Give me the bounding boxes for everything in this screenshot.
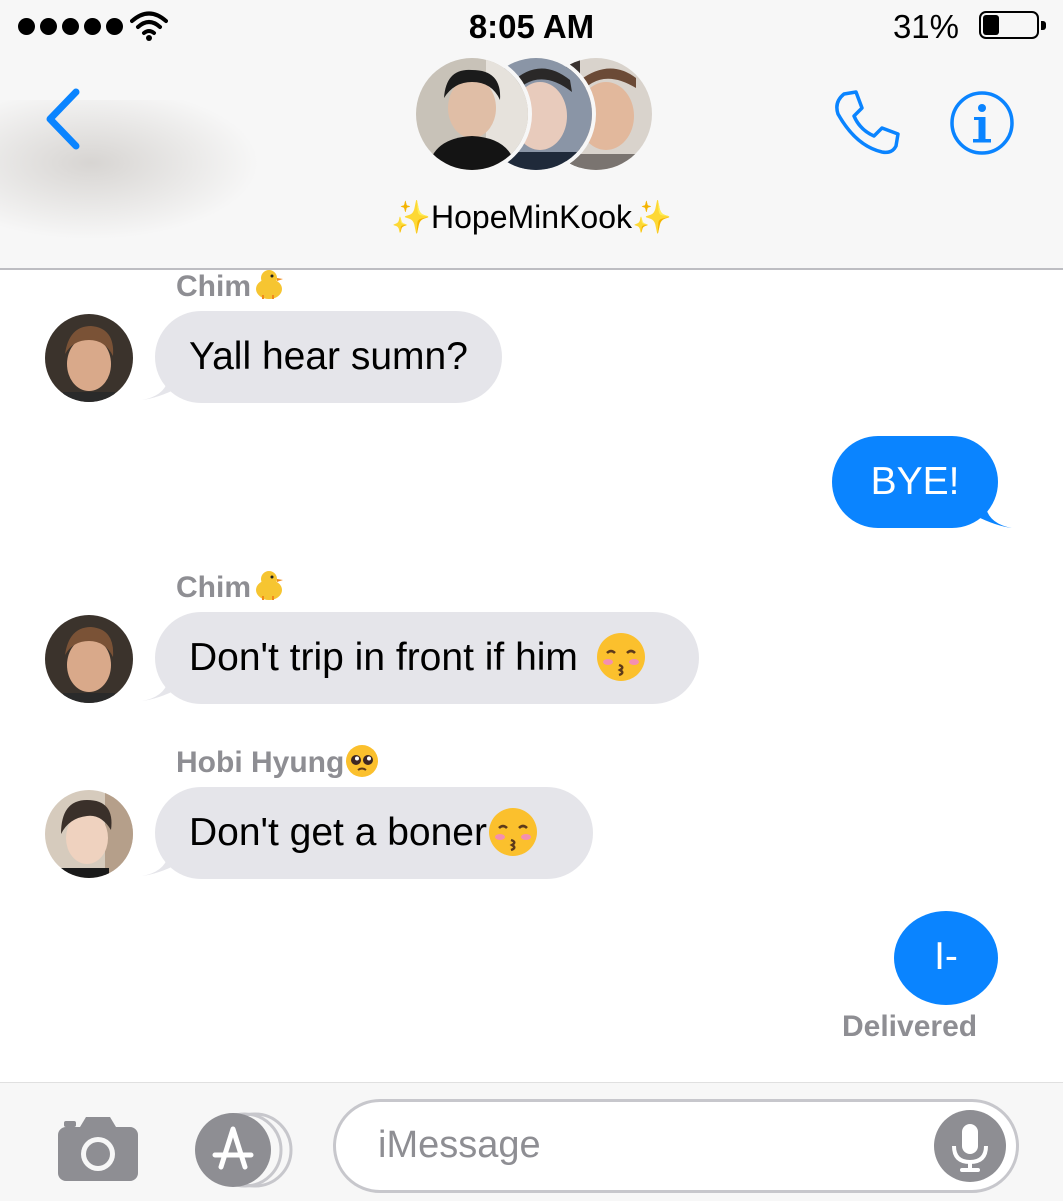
back-chevron-icon[interactable] [40, 84, 90, 154]
compose-bar: iMessage [0, 1082, 1063, 1201]
camera-icon[interactable] [56, 1115, 140, 1183]
group-avatars[interactable] [412, 54, 656, 176]
kissing-face-emoji [596, 632, 645, 681]
avatar[interactable] [45, 314, 133, 402]
message-bubble-outgoing[interactable]: BYE! [832, 436, 998, 528]
avatar[interactable] [45, 790, 133, 878]
message-bubble-incoming[interactable]: Don't trip in front if him [155, 612, 699, 704]
delivery-status: Delivered [842, 1010, 978, 1043]
group-name[interactable]: ✨HopeMinKook✨ [0, 198, 1063, 236]
app-store-icon[interactable] [193, 1111, 293, 1189]
chick-emoji [256, 270, 283, 300]
microphone-icon[interactable] [934, 1110, 1006, 1182]
pleading-face-emoji [346, 745, 379, 778]
message-bubble-incoming[interactable]: Yall hear sumn? [155, 311, 502, 403]
message-input-placeholder: iMessage [378, 1124, 541, 1166]
bubble-tail [976, 500, 1012, 528]
phone-icon[interactable] [830, 88, 902, 160]
chick-emoji [256, 571, 283, 601]
message-input[interactable]: iMessage [333, 1099, 1019, 1193]
message-bubble-incoming[interactable]: Don't get a boner [155, 787, 593, 879]
group-avatar-1 [412, 54, 532, 174]
avatar[interactable] [45, 615, 133, 703]
battery-percent: 31% [892, 8, 959, 45]
message-bubble-outgoing[interactable]: I- [894, 911, 998, 1005]
sender-name: Hobi Hyung [176, 745, 380, 780]
info-icon[interactable] [949, 90, 1015, 156]
sender-name: Chim [176, 571, 287, 605]
sender-name: Chim [176, 270, 287, 304]
kissing-face-emoji [488, 807, 537, 856]
battery-icon [979, 11, 1046, 39]
status-bar: 8:05 AM 31% [0, 0, 1063, 54]
